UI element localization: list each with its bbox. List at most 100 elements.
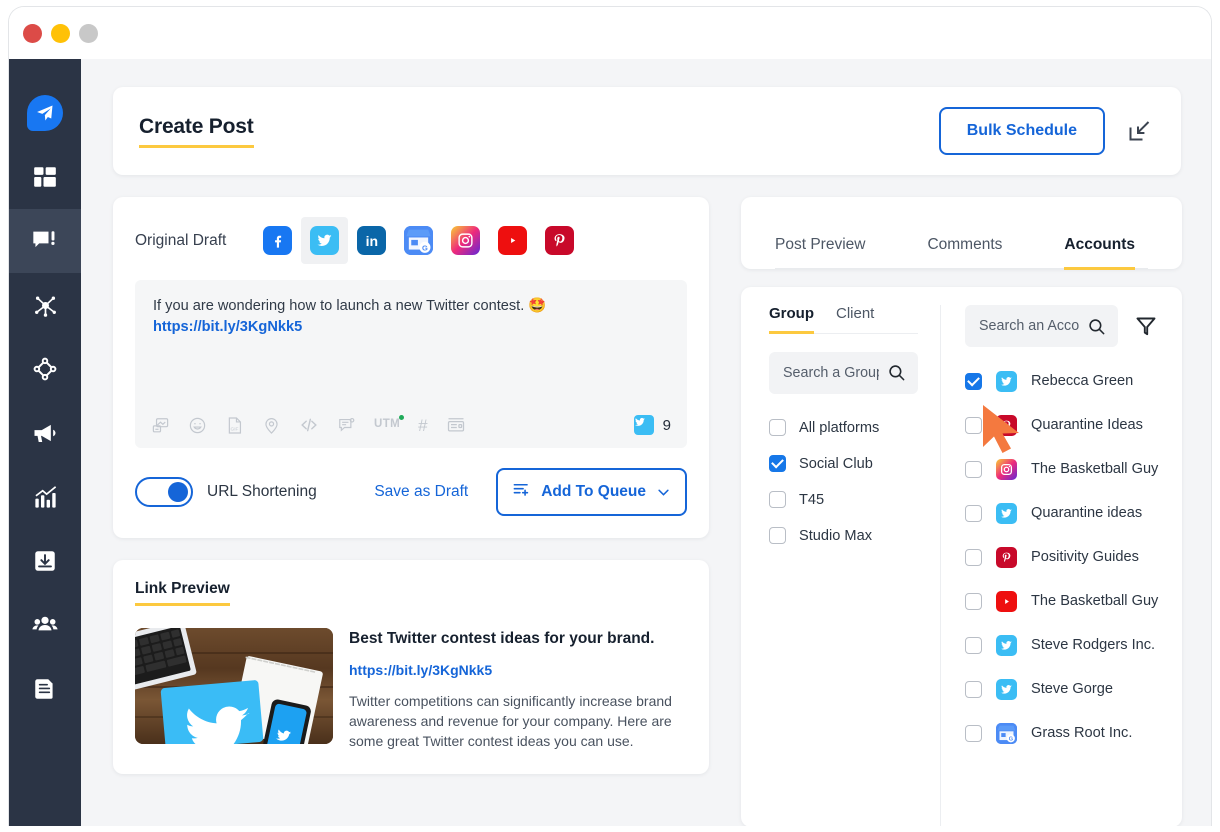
account-row-basketball-guy-youtube[interactable]: The Basketball Guy (965, 579, 1158, 623)
sidebar-item-campaigns[interactable] (9, 401, 81, 465)
group-item-studio-max[interactable]: Studio Max (769, 518, 918, 554)
account-checkbox[interactable] (965, 724, 982, 742)
platform-linkedin[interactable]: in (348, 217, 395, 264)
editor-toolbar: GIF UTM # 9 (135, 402, 687, 448)
subtab-group[interactable]: Group (769, 305, 814, 334)
sidebar-item-team[interactable] (9, 593, 81, 657)
sidebar-item-reports[interactable] (9, 657, 81, 721)
search-icon (1087, 317, 1106, 336)
platform-selector: Original Draft in G (135, 217, 687, 264)
pinterest-icon (996, 546, 1017, 568)
media-image-icon[interactable] (151, 416, 170, 435)
main-sidebar (9, 59, 81, 826)
comment-note-icon[interactable] (337, 416, 356, 435)
sidebar-item-dashboard[interactable] (9, 145, 81, 209)
editor-content: If you are wondering how to launch a new… (153, 296, 669, 335)
sidebar-item-discovery[interactable] (9, 337, 81, 401)
url-shortening-toggle[interactable] (135, 477, 193, 507)
sidebar-item-network[interactable] (9, 273, 81, 337)
accounts-list-pane: Rebecca Green Quarantine Ideas (941, 305, 1182, 826)
window-maximize-button[interactable] (79, 23, 98, 43)
tab-comments[interactable]: Comments (927, 236, 1002, 270)
twitter-icon (996, 502, 1017, 524)
account-name: The Basketball Guy (1031, 461, 1159, 477)
account-checkbox[interactable] (965, 416, 982, 434)
window-close-button[interactable] (23, 23, 42, 43)
account-row-grass-root[interactable]: G Grass Root Inc. (965, 711, 1158, 755)
account-checkbox[interactable] (965, 372, 982, 390)
account-checkbox[interactable] (965, 592, 982, 610)
account-checkbox[interactable] (965, 460, 982, 478)
counter-value: 9 (662, 416, 671, 434)
download-inbox-icon (32, 548, 58, 574)
platform-google-business[interactable]: G (395, 217, 442, 264)
account-checkbox[interactable] (965, 504, 982, 522)
platform-twitter[interactable] (301, 217, 349, 264)
group-label: All platforms (799, 419, 880, 436)
gif-file-icon[interactable]: GIF (225, 416, 244, 435)
add-to-queue-button[interactable]: Add To Queue (496, 468, 687, 516)
group-checkbox[interactable] (769, 419, 786, 436)
team-users-icon (31, 611, 59, 639)
add-to-queue-label: Add To Queue (541, 483, 646, 500)
collapse-arrow-icon[interactable] (1125, 117, 1153, 145)
account-checkbox[interactable] (965, 548, 982, 566)
card-preview-icon[interactable] (446, 415, 466, 435)
account-row-steve-gorge[interactable]: Steve Gorge (965, 667, 1158, 711)
platform-pinterest[interactable] (536, 217, 583, 264)
youtube-icon (996, 590, 1017, 612)
location-pin-icon[interactable] (262, 416, 281, 435)
subtab-client[interactable]: Client (836, 305, 874, 334)
group-checkbox[interactable] (769, 455, 786, 472)
url-shortening-label: URL Shortening (207, 483, 317, 500)
account-row-basketball-guy-instagram[interactable]: The Basketball Guy (965, 447, 1158, 491)
original-draft-label: Original Draft (135, 231, 227, 249)
group-item-social-club[interactable]: Social Club (769, 446, 918, 482)
account-row-rebecca-green[interactable]: Rebecca Green (965, 359, 1158, 403)
compose-message-icon (31, 227, 59, 255)
group-search-input[interactable] (783, 364, 879, 381)
sidebar-item-analytics[interactable] (9, 465, 81, 529)
sidebar-item-logo[interactable] (9, 81, 81, 145)
tab-accounts[interactable]: Accounts (1064, 236, 1136, 270)
group-item-t45[interactable]: T45 (769, 482, 918, 518)
post-editor[interactable]: If you are wondering how to launch a new… (135, 280, 687, 448)
filter-funnel-icon[interactable] (1134, 314, 1158, 338)
group-client-subtabs: Group Client (769, 305, 918, 334)
bulk-schedule-button[interactable]: Bulk Schedule (938, 107, 1105, 155)
sidebar-item-inbox[interactable] (9, 529, 81, 593)
account-checkbox[interactable] (965, 680, 982, 698)
queue-list-icon (512, 480, 531, 504)
window-minimize-button[interactable] (51, 23, 70, 43)
platform-facebook[interactable] (254, 217, 301, 264)
link-preview-title: Link Preview (135, 580, 230, 606)
link-preview-url[interactable]: https://bit.ly/3KgNkk5 (349, 662, 687, 678)
editor-link[interactable]: https://bit.ly/3KgNkk5 (153, 319, 669, 335)
emoji-smiley-icon[interactable] (188, 416, 207, 435)
platform-instagram[interactable] (442, 217, 489, 264)
diamond-nodes-icon (32, 356, 58, 382)
account-row-positivity-guides[interactable]: Positivity Guides (965, 535, 1158, 579)
account-row-quarantine-ideas-pinterest[interactable]: Quarantine Ideas (965, 403, 1158, 447)
paper-plane-icon (27, 95, 63, 131)
group-checkbox[interactable] (769, 527, 786, 544)
link-preview-thumbnail (135, 628, 333, 744)
account-name: Positivity Guides (1031, 549, 1139, 565)
tab-post-preview[interactable]: Post Preview (775, 236, 865, 270)
group-item-all-platforms[interactable]: All platforms (769, 410, 918, 446)
code-brackets-icon[interactable] (299, 415, 319, 435)
platform-youtube[interactable] (489, 217, 536, 264)
create-post-header: Create Post Bulk Schedule (113, 87, 1181, 175)
account-search-input[interactable] (979, 318, 1080, 334)
account-row-steve-rodgers[interactable]: Steve Rodgers Inc. (965, 623, 1158, 667)
account-row-quarantine-ideas-twitter[interactable]: Quarantine ideas (965, 491, 1158, 535)
group-checkbox[interactable] (769, 491, 786, 508)
account-search-box[interactable] (965, 305, 1119, 347)
svg-text:GIF: GIF (231, 426, 239, 432)
utm-tag-icon[interactable]: UTM (374, 415, 405, 431)
group-search-box[interactable] (769, 351, 918, 394)
account-checkbox[interactable] (965, 636, 982, 654)
sidebar-item-compose[interactable] (9, 209, 81, 273)
save-as-draft-button[interactable]: Save as Draft (374, 483, 468, 501)
hashtag-icon[interactable]: # (418, 417, 427, 434)
